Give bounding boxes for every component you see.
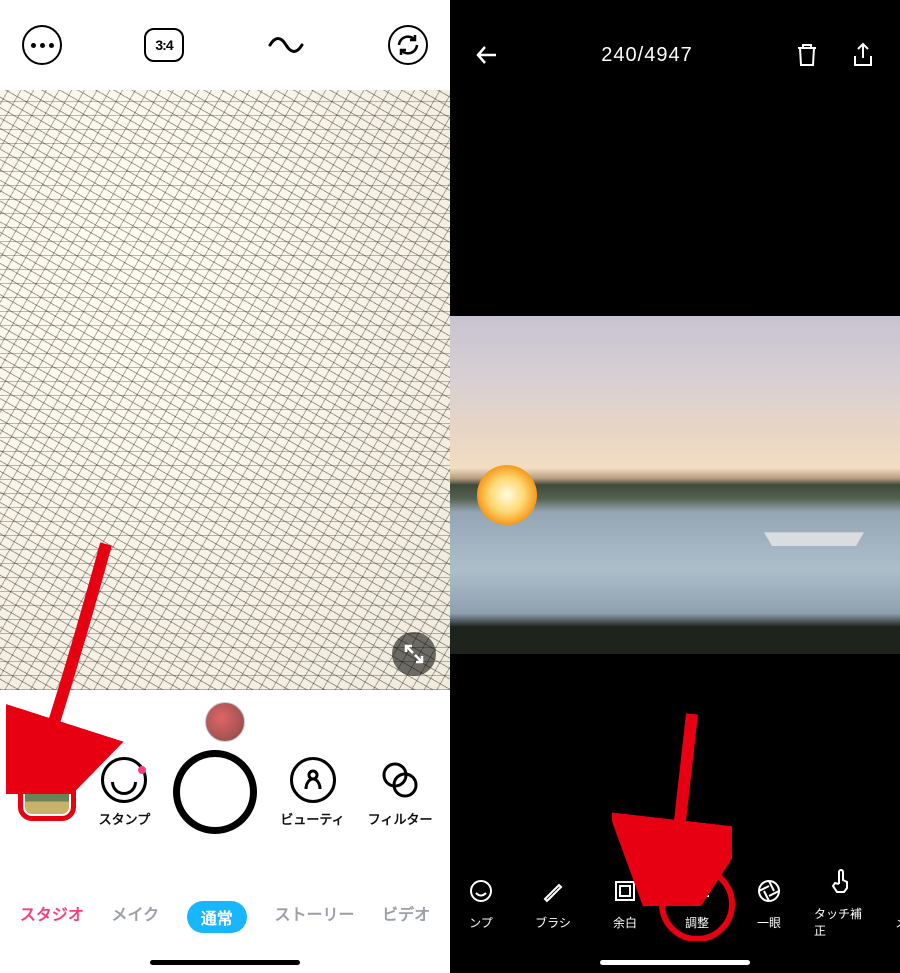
mode-video[interactable]: ビデオ xyxy=(382,901,430,933)
tool-touch[interactable]: タッチ補正 xyxy=(814,867,868,939)
tool-dslr[interactable]: 一眼 xyxy=(742,876,796,931)
viewfinder-image xyxy=(0,90,450,690)
mode-studio[interactable]: スタジオ xyxy=(20,901,84,933)
effects-icon[interactable] xyxy=(266,25,306,65)
mode-normal[interactable]: 通常 xyxy=(187,901,247,933)
camera-viewfinder[interactable] xyxy=(0,90,450,690)
stamp-button[interactable]: スタンプ xyxy=(99,757,151,828)
recent-effect-avatar[interactable] xyxy=(205,702,245,742)
camera-topbar: 3:4 xyxy=(0,0,450,90)
tool-stamp[interactable]: ンプ xyxy=(454,876,508,931)
more-icon[interactable] xyxy=(22,25,62,65)
smile-icon xyxy=(101,757,147,803)
stamp-label: スタンプ xyxy=(99,809,151,828)
stamp-icon xyxy=(466,876,496,906)
delete-icon[interactable] xyxy=(792,40,822,70)
touch-icon xyxy=(826,867,856,897)
tool-brush[interactable]: ブラシ xyxy=(526,876,580,931)
photo-counter: 240/4947 xyxy=(601,44,692,67)
camera-screen: 3:4 スタンプ ビューティ xyxy=(0,0,450,973)
photo-ship xyxy=(764,512,864,546)
mode-selector[interactable]: スタジオ メイク 通常 ストーリー ビデオ xyxy=(0,901,450,933)
filter-label: フィルター xyxy=(368,809,433,828)
mode-story[interactable]: ストーリー xyxy=(274,901,354,933)
brush-icon xyxy=(538,876,568,906)
mode-makeup[interactable]: メイク xyxy=(111,901,159,933)
beauty-button[interactable]: ビューティ xyxy=(280,757,344,828)
shutter-button[interactable] xyxy=(173,750,257,834)
editor-topbar: 240/4947 xyxy=(450,0,900,110)
back-icon[interactable] xyxy=(472,40,502,70)
aperture-icon xyxy=(754,876,784,906)
tool-adjust[interactable]: 調整 xyxy=(670,876,724,931)
beauty-label: ビューティ xyxy=(280,809,344,828)
adjust-icon xyxy=(682,876,712,906)
expand-icon[interactable] xyxy=(392,632,436,676)
home-indicator[interactable] xyxy=(600,960,750,965)
editor-screen: 240/4947 ンプ ブラシ 余白 調整 xyxy=(450,0,900,973)
beauty-icon xyxy=(290,757,336,803)
tool-makeup[interactable]: + メイク xyxy=(886,876,900,931)
camera-controls: スタンプ ビューティ フィルター スタジオ メイク 通常 ストーリー ビデオ xyxy=(0,690,450,973)
home-indicator[interactable] xyxy=(150,960,300,965)
editor-image[interactable] xyxy=(450,316,900,654)
margin-icon xyxy=(610,876,640,906)
aspect-ratio-button[interactable]: 3:4 xyxy=(144,28,184,62)
photo-sun xyxy=(477,465,537,525)
filter-button[interactable]: フィルター xyxy=(368,757,433,828)
editor-toolbar[interactable]: ンプ ブラシ 余白 調整 一眼 タッチ補正 + メイク xyxy=(450,865,900,941)
gallery-thumbnail[interactable] xyxy=(18,763,76,821)
tool-margin[interactable]: 余白 xyxy=(598,876,652,931)
share-icon[interactable] xyxy=(848,40,878,70)
filter-icon xyxy=(377,757,423,803)
switch-camera-icon[interactable] xyxy=(388,25,428,65)
